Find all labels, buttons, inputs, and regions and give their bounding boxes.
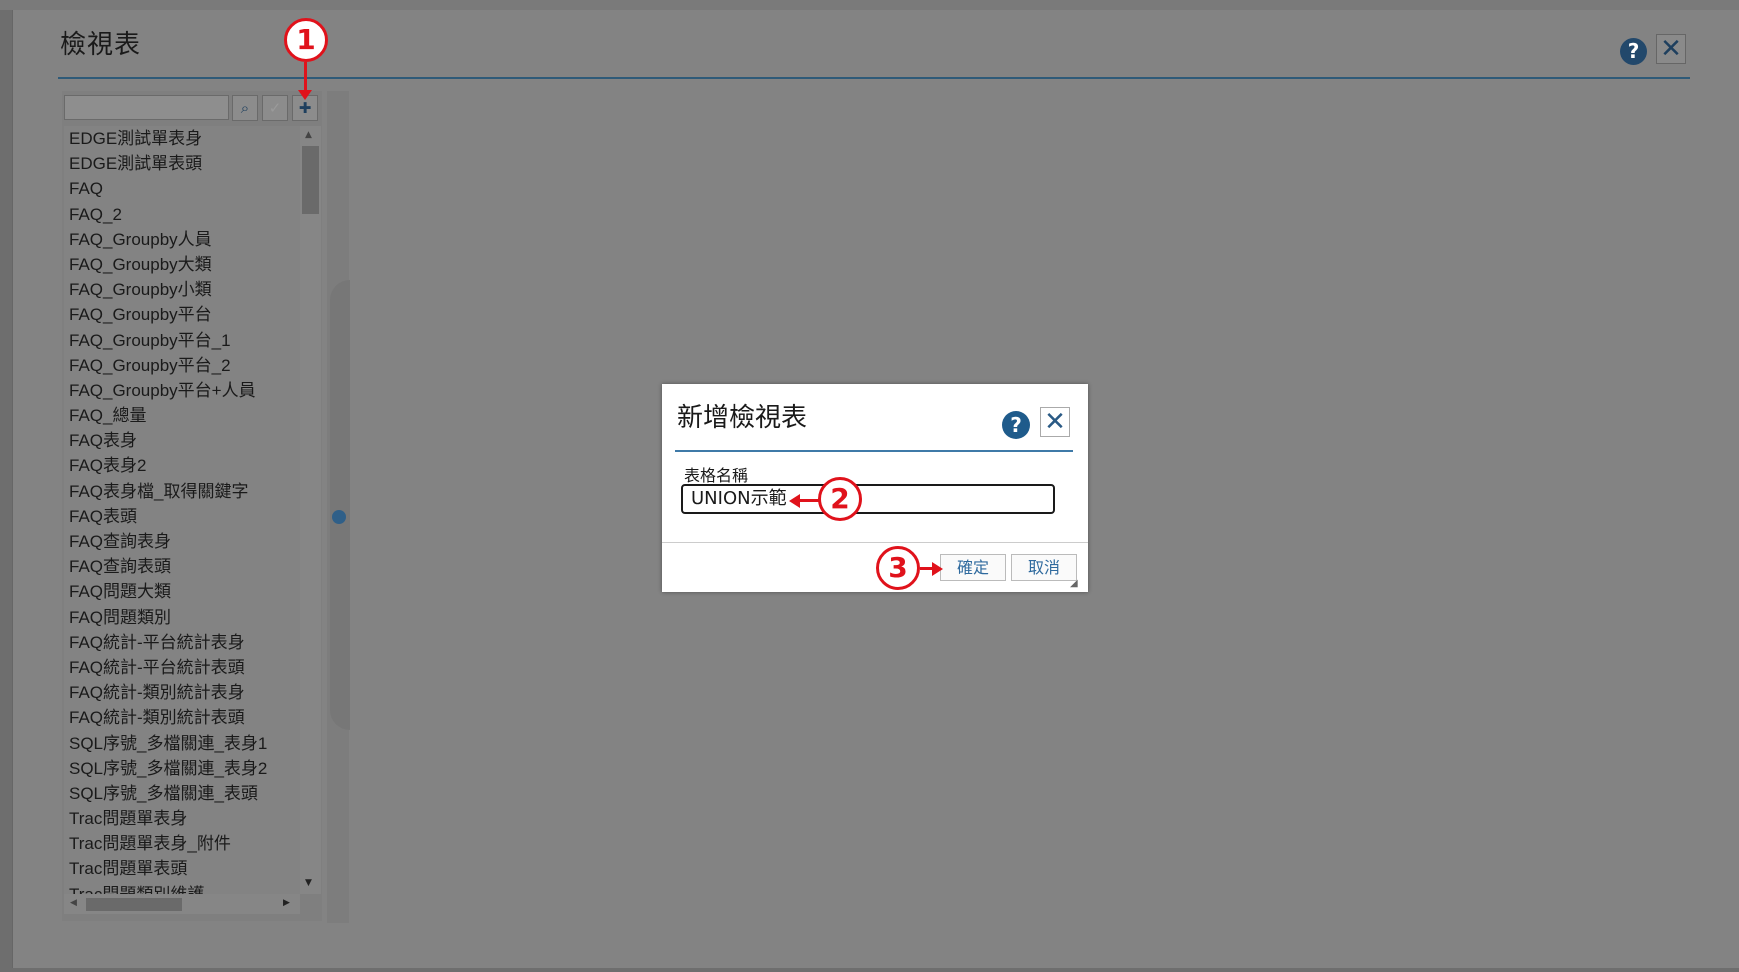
list-item[interactable]: FAQ_Groupby平台_1: [64, 328, 300, 353]
title-divider: [58, 77, 1690, 79]
list-item[interactable]: FAQ_Groupby平台_2: [64, 353, 300, 378]
list-item[interactable]: FAQ_Groupby人員: [64, 227, 300, 252]
check-icon[interactable]: ✓: [262, 95, 288, 121]
list-item[interactable]: FAQ_Groupby小類: [64, 277, 300, 302]
dialog-close-icon[interactable]: ✕: [1040, 407, 1070, 437]
list-item[interactable]: Trac問題單表頭: [64, 856, 300, 881]
dialog-help-icon[interactable]: ?: [1002, 411, 1030, 439]
list-item[interactable]: Trac問題單表身: [64, 806, 300, 831]
step-1-marker: 1: [284, 18, 328, 62]
view-list[interactable]: EDGE測試單表身 EDGE測試單表頭 FAQ FAQ_2 FAQ_Groupby人員 F…: [64, 126, 300, 894]
page-top-strip: [0, 0, 1739, 10]
step-2-arrow: [798, 499, 820, 502]
vertical-scroll-thumb[interactable]: [302, 146, 319, 214]
list-item[interactable]: FAQ問題大類: [64, 579, 300, 604]
list-item[interactable]: FAQ統計-類別統計表頭: [64, 705, 300, 730]
step-2-arrowhead-icon: [789, 494, 800, 508]
list-item[interactable]: Trac問題單表身_附件: [64, 831, 300, 856]
horizontal-scroll-thumb[interactable]: [86, 898, 182, 911]
step-1-arrow: [304, 62, 307, 92]
list-item[interactable]: FAQ統計-平台統計表身: [64, 630, 300, 655]
table-name-label: 表格名稱: [684, 466, 749, 485]
list-item[interactable]: Trac問題類別維護: [64, 882, 300, 894]
scroll-left-icon[interactable]: ◀: [70, 898, 77, 908]
list-item[interactable]: FAQ: [64, 176, 300, 201]
ok-button[interactable]: 確定: [940, 554, 1006, 581]
resize-grip-icon[interactable]: ◢: [1070, 578, 1078, 589]
scroll-right-icon[interactable]: ▶: [283, 898, 290, 908]
search-icon[interactable]: ⌕: [232, 95, 258, 121]
list-item[interactable]: SQL序號_多檔關連_表身1: [64, 731, 300, 756]
table-name-input[interactable]: UNION示範: [681, 484, 1055, 514]
list-item[interactable]: FAQ查詢表頭: [64, 554, 300, 579]
list-item[interactable]: EDGE測試單表身: [64, 126, 300, 151]
list-item[interactable]: FAQ表身檔_取得關鍵字: [64, 479, 300, 504]
window-title: 檢視表: [60, 30, 142, 60]
list-item[interactable]: SQL序號_多檔關連_表身2: [64, 756, 300, 781]
step-2-marker: 2: [818, 477, 862, 521]
dialog-divider: [675, 450, 1073, 452]
list-item[interactable]: FAQ統計-平台統計表頭: [64, 655, 300, 680]
list-item[interactable]: FAQ查詢表身: [64, 529, 300, 554]
list-item[interactable]: FAQ_Groupby平台+人員: [64, 378, 300, 403]
scroll-up-icon[interactable]: ▲: [305, 130, 312, 140]
cancel-button[interactable]: 取消: [1011, 554, 1077, 581]
list-item[interactable]: SQL序號_多檔關連_表頭: [64, 781, 300, 806]
step-1-arrowhead-icon: [298, 90, 312, 100]
list-item[interactable]: FAQ表頭: [64, 504, 300, 529]
list-item[interactable]: FAQ_Groupby大類: [64, 252, 300, 277]
list-item[interactable]: EDGE測試單表頭: [64, 151, 300, 176]
list-item[interactable]: FAQ_Groupby平台: [64, 302, 300, 327]
step-3-arrowhead-icon: [932, 562, 943, 576]
list-item[interactable]: FAQ_2: [64, 202, 300, 227]
dialog-title: 新增檢視表: [677, 403, 808, 433]
list-item[interactable]: FAQ表身2: [64, 453, 300, 478]
step-3-marker: 3: [876, 546, 920, 590]
vertical-scrollbar[interactable]: [300, 126, 321, 894]
list-item[interactable]: FAQ統計-類別統計表身: [64, 680, 300, 705]
list-item[interactable]: FAQ問題類別: [64, 605, 300, 630]
search-input[interactable]: [64, 95, 229, 120]
collapse-toggle-icon[interactable]: [332, 510, 346, 524]
close-icon[interactable]: ✕: [1656, 34, 1686, 64]
list-item[interactable]: FAQ_總量: [64, 403, 300, 428]
scroll-down-icon[interactable]: ▼: [305, 878, 312, 888]
help-icon[interactable]: ?: [1620, 38, 1647, 65]
splitter-handle[interactable]: [330, 280, 350, 730]
list-item[interactable]: FAQ表身: [64, 428, 300, 453]
dialog-footer-divider: [662, 542, 1088, 543]
